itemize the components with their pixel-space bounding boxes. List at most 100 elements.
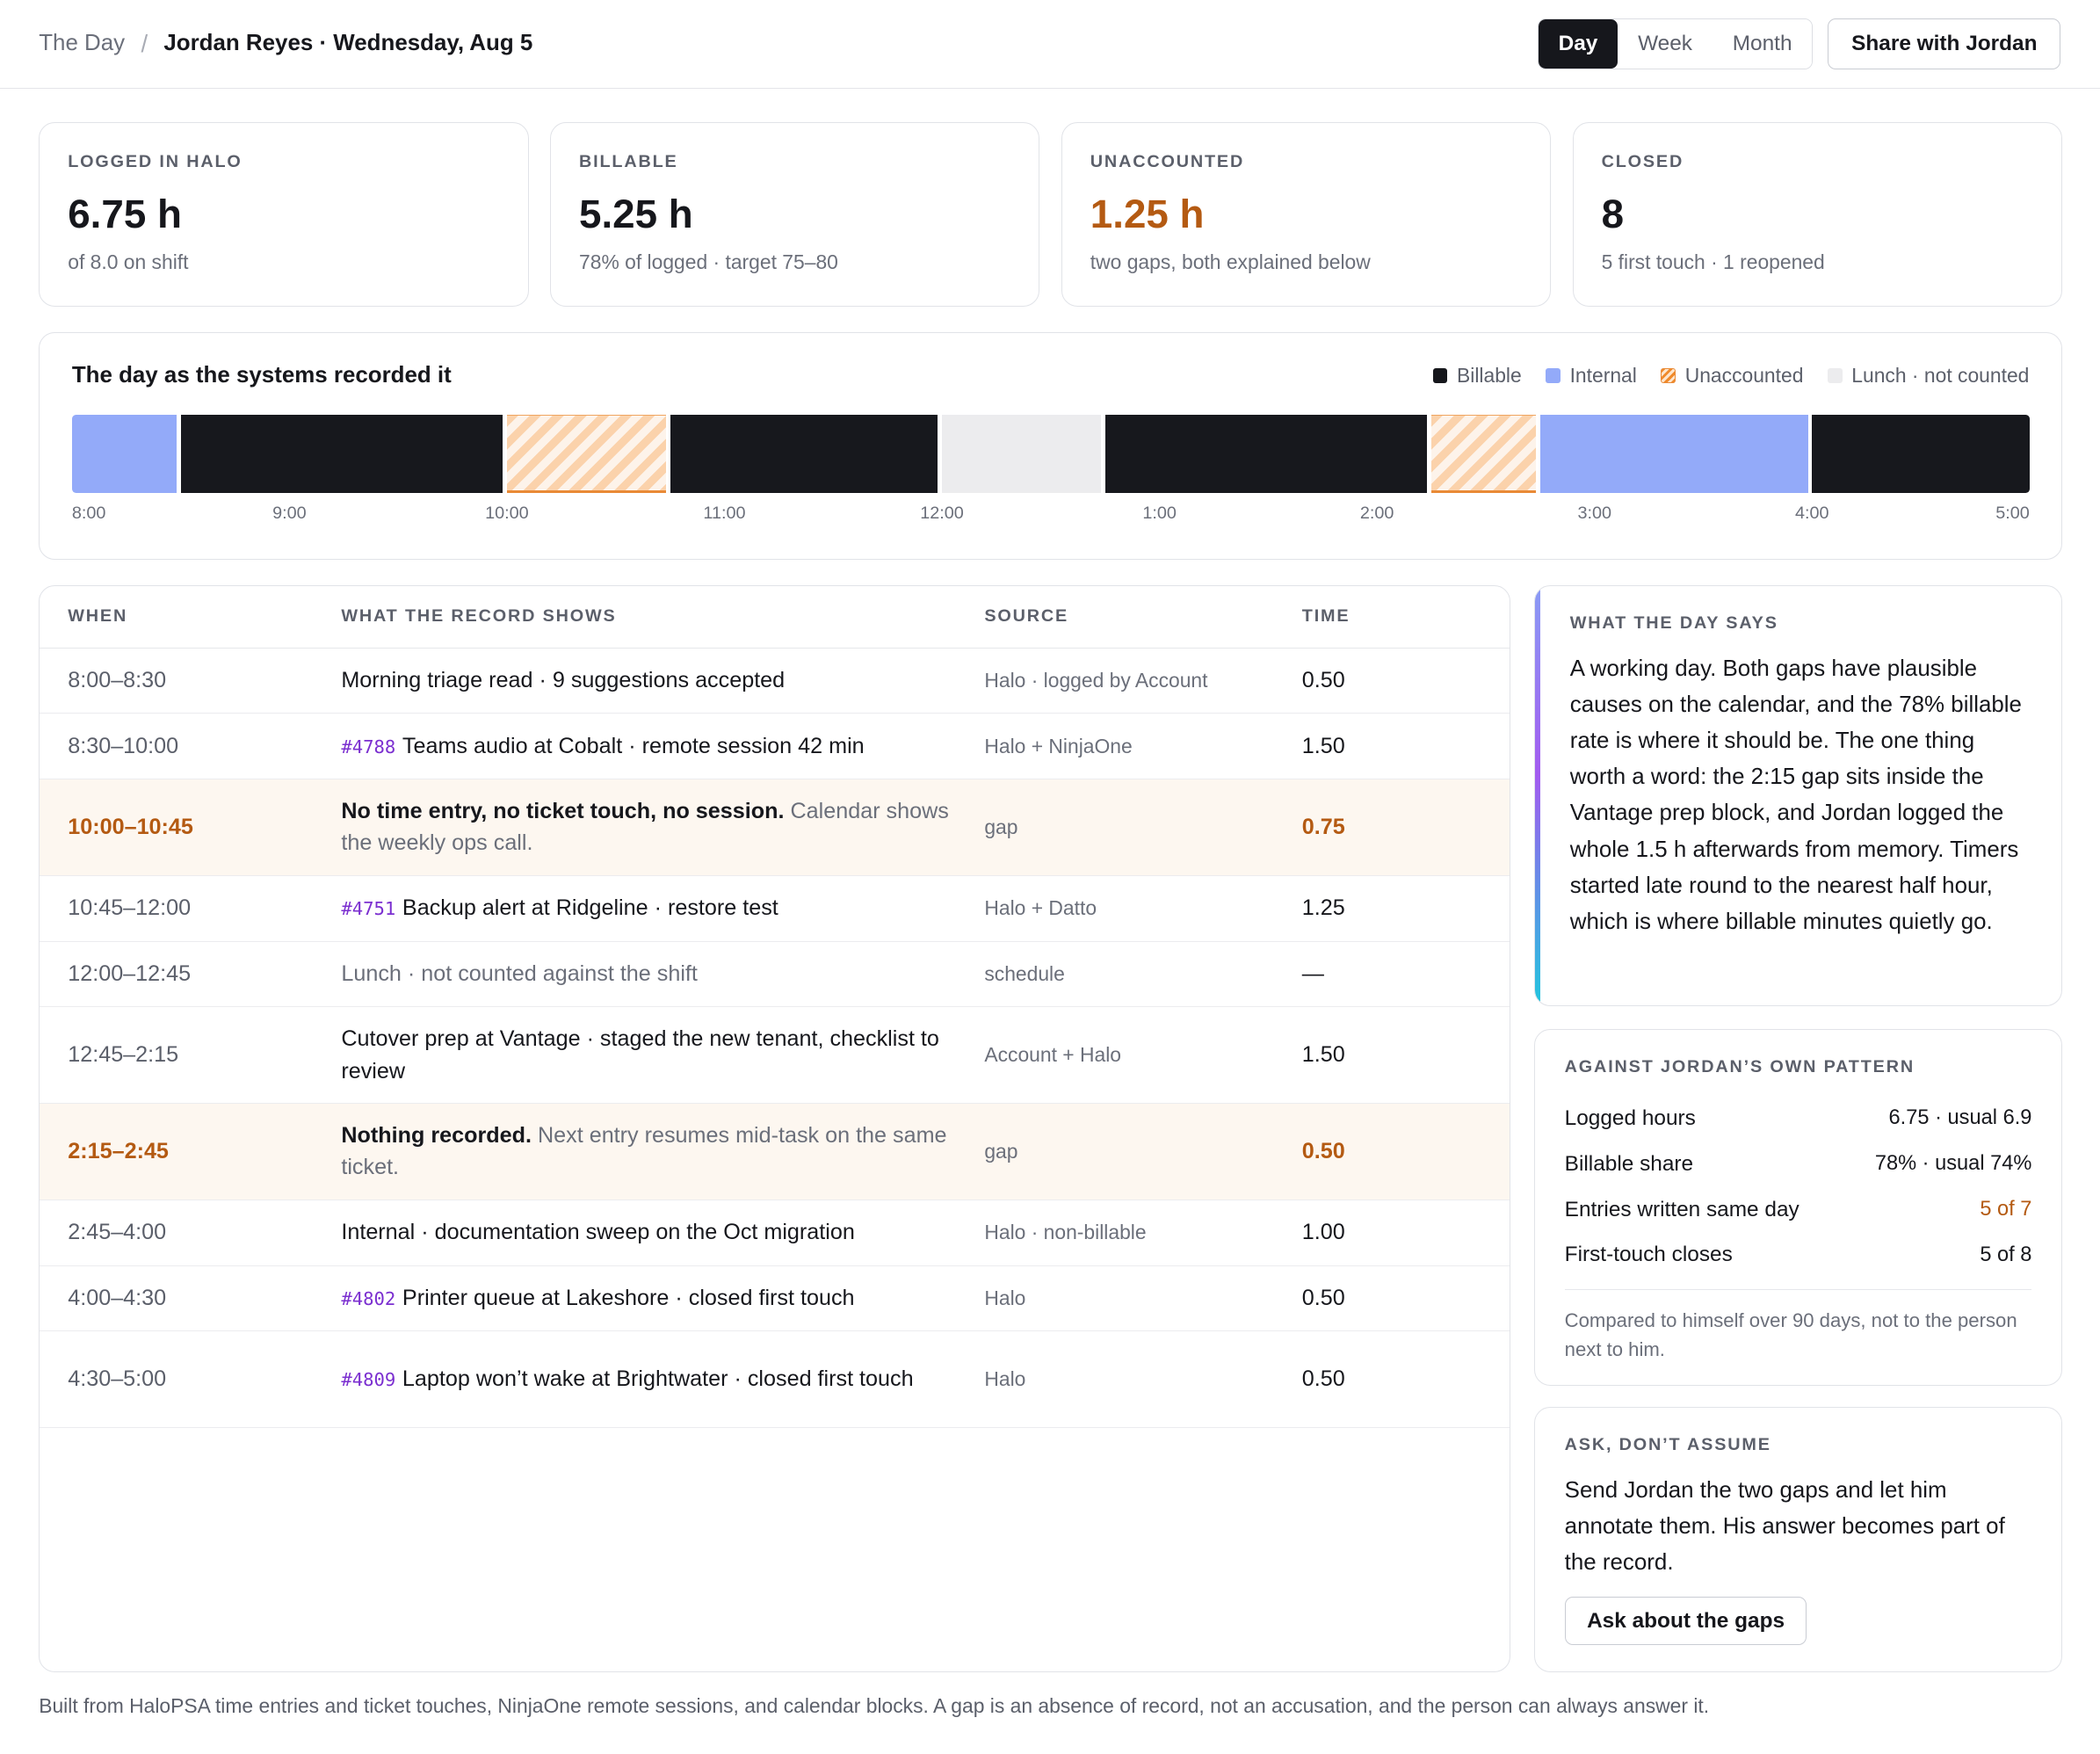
row-when: 4:00–4:30: [68, 1285, 167, 1310]
pattern-row-label: First-touch closes: [1564, 1243, 1733, 1267]
timeline-legend: Billable Internal Unaccounted Lunch · not c…: [1432, 363, 2030, 388]
timeline-segment-billable: [1812, 415, 2030, 493]
stat-cards: LOGGED IN HALO 6.75 h of 8.0 on shift BILLA…: [39, 121, 2062, 308]
ticket-link[interactable]: #4751: [341, 898, 395, 919]
row-description: Morning triage read · 9 suggestions acce…: [341, 664, 984, 696]
gap-row[interactable]: 10:00–10:45 No time entry, no ticket touc…: [40, 779, 1510, 876]
pattern-row-value: 78% · usual 74%: [1874, 1152, 2032, 1176]
stat-value: 5.25 h: [579, 191, 693, 236]
timeline-tick-label: 8:00: [71, 503, 106, 523]
stat-label: UNACCOUNTED: [1090, 152, 1245, 172]
stat-subtext: 78% of logged · target 75–80: [579, 250, 838, 273]
table-row[interactable]: 8:30–10:00 #4788 Teams audio at Cobalt · r…: [40, 714, 1510, 779]
legend-item-unaccounted: Unaccounted: [1661, 364, 1803, 388]
range-day-button[interactable]: Day: [1538, 18, 1618, 69]
gap-row[interactable]: 2:15–2:45 Nothing recorded. Next entry re…: [40, 1104, 1510, 1200]
row-when: 10:00–10:45: [68, 814, 193, 839]
footer-note: Built from HaloPSA time entries and tick…: [39, 1693, 1710, 1717]
timeline-segment-billable: [180, 415, 503, 493]
row-source: Halo · non-billable: [984, 1221, 1147, 1244]
legend-item-billable: Billable: [1432, 364, 1522, 388]
lunch-swatch: [1827, 367, 1843, 383]
row-time: 1.50: [1301, 1042, 1345, 1068]
day-summary-text: A working day. Both gaps have plausible …: [1569, 656, 2022, 934]
page-title: Jordan Reyes · Wednesday, Aug 5: [163, 31, 533, 56]
timeline-tick-label: 9:00: [272, 503, 307, 523]
page: The Day / Jordan Reyes · Wednesday, Aug …: [0, 0, 2100, 1754]
table-row[interactable]: 8:00–8:30 Morning triage read · 9 suggest…: [40, 649, 1510, 714]
legend-item-lunch: Lunch · not counted: [1827, 363, 2030, 388]
row-source: Halo: [984, 1367, 1026, 1391]
timeline-tick-label: 10:00: [485, 503, 529, 523]
timeline-tick-label: 11:00: [703, 503, 746, 523]
row-description: #4809 Laptop won’t wake at Brightwater · …: [341, 1363, 984, 1395]
range-month-button[interactable]: Month: [1712, 18, 1813, 69]
row-time: 1.00: [1301, 1220, 1345, 1245]
column-header: SOURCE: [984, 606, 1069, 627]
timeline-segment-unaccounted: [506, 415, 667, 493]
row-lead: Nothing recorded.: [341, 1122, 532, 1148]
top-bar: The Day / Jordan Reyes · Wednesday, Aug …: [0, 0, 2100, 89]
table-row[interactable]: 12:00–12:45 Lunch · not counted against t…: [40, 942, 1510, 1008]
table-row[interactable]: 12:45–2:15 Cutover prep at Vantage · stag…: [40, 1007, 1510, 1105]
row-description: #4751 Backup alert at Ridgeline · restore…: [341, 892, 984, 924]
stat-value: 6.75 h: [68, 191, 182, 236]
stat-card: UNACCOUNTED 1.25 h two gaps, both explaine…: [1061, 121, 1552, 308]
timeline-segment-internal: [71, 415, 177, 493]
ask-about-gaps-button[interactable]: Ask about the gaps: [1564, 1597, 1807, 1646]
row-source: Halo: [984, 1286, 1026, 1309]
billable-swatch: [1432, 367, 1448, 383]
row-time: 0.50: [1301, 1285, 1345, 1310]
table-row[interactable]: 4:00–4:30 #4802 Printer queue at Lakeshore…: [40, 1266, 1510, 1332]
row-text: Printer queue at Lakeshore · closed firs…: [402, 1286, 855, 1311]
pattern-row: First-touch closes 5 of 8: [1565, 1233, 2032, 1279]
stat-label: LOGGED IN HALO: [68, 152, 243, 172]
stat-card: CLOSED 8 5 first touch · 1 reopened: [1572, 121, 2062, 308]
row-text: Lunch · not counted against the shift: [341, 961, 698, 987]
legend-item-internal: Internal: [1546, 364, 1637, 388]
row-text: Cutover prep at Vantage · staged the new…: [341, 1026, 939, 1084]
day-summary-panel: WHAT THE DAY SAYS A working day. Both ga…: [1534, 585, 2062, 1007]
pattern-note: Compared to himself over 90 days, not to…: [1564, 1288, 2032, 1365]
timeline-title: The day as the systems recorded it: [71, 362, 452, 388]
range-week-button[interactable]: Week: [1618, 18, 1713, 69]
pattern-rows: Logged hours 6.75 · usual 6.9 Billable sha…: [1565, 1096, 2032, 1278]
timeline-tick-label: 3:00: [1577, 503, 1611, 523]
row-source: schedule: [984, 961, 1065, 985]
row-description: Nothing recorded. Next entry resumes mid…: [341, 1120, 984, 1184]
row-when: 12:45–2:15: [68, 1042, 179, 1068]
timeline-tick-label: 5:00: [1995, 503, 2030, 523]
timeline-segment-billable: [1104, 415, 1428, 493]
timeline-segment-billable: [670, 415, 938, 493]
pattern-row: Billable share 78% · usual 74%: [1565, 1142, 2032, 1187]
internal-swatch: [1546, 367, 1561, 383]
share-button[interactable]: Share with Jordan: [1828, 18, 2061, 69]
day-timeline: The day as the systems recorded it Billa…: [39, 332, 2062, 561]
timeline-segment-unaccounted: [1431, 415, 1537, 493]
column-header: WHAT THE RECORD SHOWS: [341, 606, 617, 627]
ticket-link[interactable]: #4802: [341, 1288, 395, 1309]
row-time: 0.75: [1301, 814, 1345, 839]
stat-card: LOGGED IN HALO 6.75 h of 8.0 on shift: [39, 121, 529, 308]
pattern-row-value: 5 of 7: [1980, 1198, 2032, 1221]
row-time: 0.50: [1301, 1366, 1345, 1392]
table-row[interactable]: 4:30–5:00 #4809 Laptop won’t wake at Brigh…: [40, 1331, 1510, 1429]
row-time: 1.50: [1301, 733, 1345, 758]
row-when: 12:00–12:45: [68, 960, 192, 986]
stat-value: 1.25 h: [1090, 191, 1205, 236]
ticket-link[interactable]: #4809: [341, 1369, 395, 1390]
day-summary-label: WHAT THE DAY SAYS: [1569, 612, 1778, 633]
row-text: Backup alert at Ridgeline · restore test: [402, 895, 778, 921]
pattern-row-label: Billable share: [1564, 1151, 1694, 1176]
breadcrumb: The Day / Jordan Reyes · Wednesday, Aug …: [39, 30, 532, 58]
log-body: 8:00–8:30 Morning triage read · 9 suggest…: [40, 649, 1510, 1429]
timeline-segment-lunch: [942, 415, 1102, 493]
pattern-panel: AGAINST JORDAN’S OWN PATTERN Logged hour…: [1534, 1029, 2062, 1386]
timeline-tick-label: 12:00: [920, 503, 964, 523]
legend-label: Lunch · not counted: [1851, 363, 2030, 387]
ticket-link[interactable]: #4788: [341, 736, 395, 757]
table-row[interactable]: 10:45–12:00 #4751 Backup alert at Ridgelin…: [40, 876, 1510, 942]
row-source: Halo · logged by Account: [984, 668, 1208, 692]
table-row[interactable]: 2:45–4:00 Internal · documentation sweep …: [40, 1200, 1510, 1266]
breadcrumb-root[interactable]: The Day: [39, 31, 125, 56]
